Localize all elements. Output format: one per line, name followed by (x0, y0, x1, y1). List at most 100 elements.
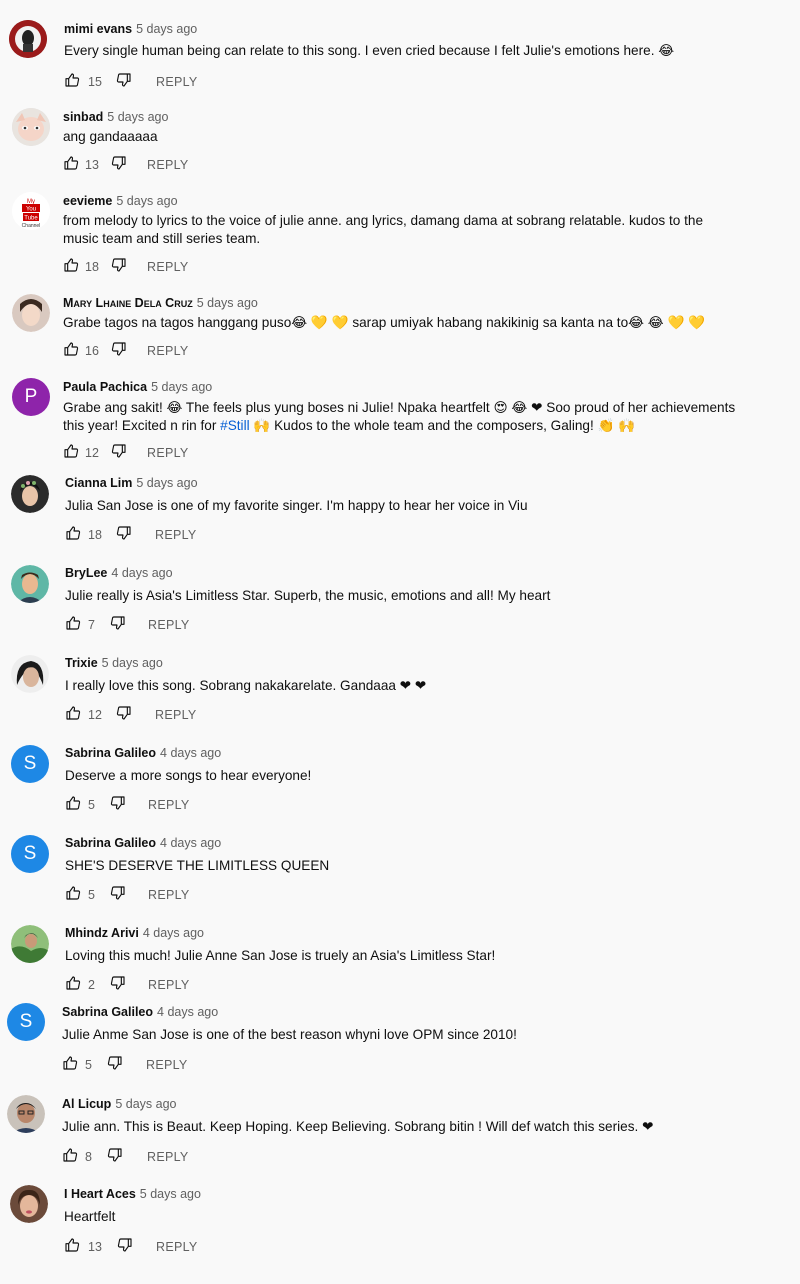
comment-author[interactable]: Sabrina Galileo (65, 836, 156, 850)
comment-timestamp[interactable]: 5 days ago (107, 110, 168, 124)
thumbs-up-icon (66, 886, 81, 900)
avatar[interactable]: My You Tube Channel (12, 192, 50, 230)
comment-timestamp[interactable]: 5 days ago (102, 656, 163, 670)
reply-button[interactable]: REPLY (147, 260, 189, 274)
logo-text-2: You (26, 207, 36, 213)
like-button[interactable] (62, 1147, 78, 1163)
like-button[interactable] (65, 795, 81, 811)
dislike-button[interactable] (116, 705, 132, 721)
avatar[interactable] (7, 1095, 45, 1133)
reply-button[interactable]: REPLY (147, 1150, 189, 1164)
logo-text-3: Tube (24, 216, 38, 222)
comment-author[interactable]: mimi evans (64, 22, 132, 36)
comment-author[interactable]: I Heart Aces (64, 1187, 136, 1201)
comment-text: I really love this song. Sobrang nakakar… (65, 678, 427, 693)
comment-author[interactable]: Mhindz Arivi (65, 926, 139, 940)
like-button[interactable] (62, 1055, 78, 1071)
comment-author[interactable]: Paula Pachica (63, 380, 147, 394)
comment-timestamp[interactable]: 5 days ago (136, 476, 197, 490)
reply-button[interactable]: REPLY (148, 888, 190, 902)
dislike-button[interactable] (111, 341, 127, 357)
reply-button[interactable]: REPLY (155, 708, 197, 722)
like-button[interactable] (65, 885, 81, 901)
like-button[interactable] (65, 525, 81, 541)
comment-author[interactable]: BryLee (65, 566, 107, 580)
comment-timestamp[interactable]: 4 days ago (160, 746, 221, 760)
like-button[interactable] (65, 705, 81, 721)
dislike-button[interactable] (117, 1237, 133, 1253)
comment-author[interactable]: eevieme (63, 194, 112, 208)
like-button[interactable] (63, 257, 79, 273)
hashtag-link[interactable]: #Still (220, 418, 249, 433)
like-button[interactable] (64, 72, 80, 88)
like-button[interactable] (63, 341, 79, 357)
like-button[interactable] (63, 155, 79, 171)
thumbs-up-icon (64, 444, 79, 458)
comment-author[interactable]: Al Licup (62, 1097, 111, 1111)
avatar[interactable]: S (11, 745, 49, 783)
avatar[interactable] (11, 475, 49, 513)
avatar[interactable]: S (11, 835, 49, 873)
like-count: 18 (88, 528, 102, 542)
reply-button[interactable]: REPLY (146, 1058, 188, 1072)
thumbs-down-icon (116, 526, 131, 540)
reply-button[interactable]: REPLY (147, 344, 189, 358)
comment-timestamp[interactable]: 5 days ago (115, 1097, 176, 1111)
like-button[interactable] (65, 615, 81, 631)
avatar[interactable] (11, 925, 49, 963)
comment-timestamp[interactable]: 5 days ago (197, 296, 258, 310)
comment-author[interactable]: Sabrina Galileo (62, 1005, 153, 1019)
like-button[interactable] (63, 443, 79, 459)
dislike-button[interactable] (110, 975, 126, 991)
comment-author[interactable]: Cianna Lim (65, 476, 132, 490)
comment-timestamp[interactable]: 5 days ago (140, 1187, 201, 1201)
avatar[interactable] (12, 294, 50, 332)
comment-author[interactable]: sinbad (63, 110, 103, 124)
comment-timestamp[interactable]: 4 days ago (143, 926, 204, 940)
avatar[interactable] (11, 565, 49, 603)
comment-author[interactable]: Sabrina Galileo (65, 746, 156, 760)
comment-author[interactable]: Mary Lhaine Dela Cruz (63, 296, 193, 310)
thumbs-up-icon (66, 526, 81, 540)
dislike-button[interactable] (111, 443, 127, 459)
dislike-button[interactable] (107, 1055, 123, 1071)
dislike-button[interactable] (116, 72, 132, 88)
dislike-button[interactable] (111, 155, 127, 171)
like-button[interactable] (64, 1237, 80, 1253)
dislike-button[interactable] (110, 885, 126, 901)
comment-author[interactable]: Trixie (65, 656, 98, 670)
avatar[interactable] (10, 1185, 48, 1223)
reply-button[interactable]: REPLY (147, 446, 189, 460)
avatar[interactable] (9, 20, 47, 58)
comment-timestamp[interactable]: 4 days ago (111, 566, 172, 580)
thumbs-down-icon (111, 258, 126, 272)
thumbs-up-icon (66, 616, 81, 630)
comment-timestamp[interactable]: 4 days ago (157, 1005, 218, 1019)
like-button[interactable] (65, 975, 81, 991)
comment-timestamp[interactable]: 5 days ago (116, 194, 177, 208)
reply-button[interactable]: REPLY (156, 1240, 198, 1254)
reply-button[interactable]: REPLY (148, 978, 190, 992)
avatar[interactable] (11, 655, 49, 693)
like-count: 15 (88, 75, 102, 89)
reply-button[interactable]: REPLY (156, 75, 198, 89)
dislike-button[interactable] (107, 1147, 123, 1163)
dislike-button[interactable] (116, 525, 132, 541)
comment-timestamp[interactable]: 5 days ago (151, 380, 212, 394)
reply-button[interactable]: REPLY (148, 798, 190, 812)
thumbs-down-icon (110, 886, 125, 900)
reply-button[interactable]: REPLY (155, 528, 197, 542)
dislike-button[interactable] (110, 615, 126, 631)
comment-timestamp[interactable]: 4 days ago (160, 836, 221, 850)
comment-timestamp[interactable]: 5 days ago (136, 22, 197, 36)
reply-button[interactable]: REPLY (148, 618, 190, 632)
avatar[interactable]: P (12, 378, 50, 416)
like-count: 13 (85, 158, 99, 172)
logo-text-4: Channel (22, 223, 41, 229)
avatar[interactable] (12, 108, 50, 146)
avatar[interactable]: S (7, 1003, 45, 1041)
dislike-button[interactable] (110, 795, 126, 811)
reply-button[interactable]: REPLY (147, 158, 189, 172)
like-count: 5 (88, 798, 95, 812)
dislike-button[interactable] (111, 257, 127, 273)
